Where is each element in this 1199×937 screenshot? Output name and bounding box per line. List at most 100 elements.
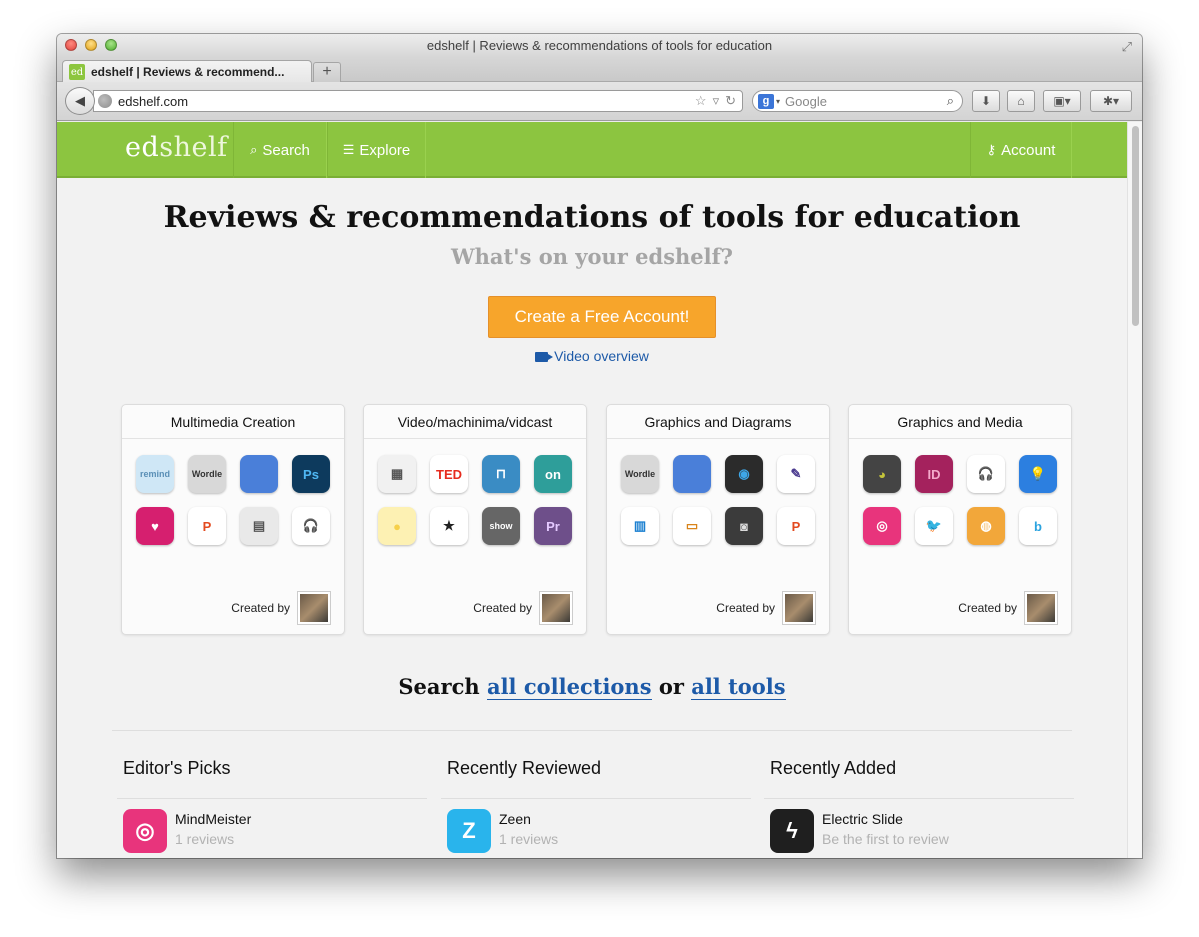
creator-avatar[interactable] bbox=[540, 592, 572, 624]
item-name[interactable]: Zeen bbox=[499, 811, 558, 827]
close-window-button[interactable] bbox=[65, 39, 77, 51]
video-camera-icon bbox=[535, 352, 554, 362]
tool-icon[interactable]: 🐦 bbox=[915, 507, 953, 545]
tool-icon[interactable]: ♥ bbox=[136, 507, 174, 545]
item-reviews: 1 reviews bbox=[175, 831, 235, 847]
tool-icon[interactable]: ◙ bbox=[725, 507, 763, 545]
nav-explore-label: Explore bbox=[359, 141, 411, 159]
tool-icon[interactable]: Pr bbox=[534, 507, 572, 545]
creator-avatar[interactable] bbox=[1025, 592, 1057, 624]
all-collections-link[interactable]: all collections bbox=[486, 674, 652, 700]
creator-avatar[interactable] bbox=[298, 592, 330, 624]
google-icon[interactable]: g bbox=[758, 93, 774, 109]
tool-icon[interactable]: ★ bbox=[430, 507, 468, 545]
item-name[interactable]: MindMeister bbox=[175, 811, 251, 827]
tool-icon[interactable]: Ps bbox=[292, 455, 330, 493]
tool-icon[interactable]: ◕ bbox=[863, 455, 901, 493]
tool-icon[interactable]: ▭ bbox=[673, 507, 711, 545]
search-input[interactable]: Google bbox=[785, 94, 947, 109]
tool-icon[interactable]: on bbox=[534, 455, 572, 493]
tool-icon[interactable]: ◎ bbox=[863, 507, 901, 545]
search-or: or bbox=[658, 674, 684, 699]
downloads-button[interactable]: ⬇ bbox=[972, 90, 1000, 112]
vertical-scrollbar[interactable] bbox=[1127, 122, 1142, 858]
collection-card[interactable]: Video/machinima/vidcast ▦ TED ⊓ on ● ★ show Pr Cr… bbox=[363, 404, 587, 635]
reload-icon[interactable]: ↻ bbox=[725, 93, 736, 109]
url-bar[interactable]: edshelf.com ☆ ▿ ↻ bbox=[93, 90, 743, 112]
search-bar[interactable]: g ▾ Google ⌕ bbox=[752, 90, 963, 112]
tool-icon[interactable]: remind bbox=[136, 455, 174, 493]
tool-icon-grid: remind Wordle Ps ♥ P ▤ 🎧 bbox=[136, 455, 330, 545]
tool-icon[interactable]: show bbox=[482, 507, 520, 545]
collection-title[interactable]: Video/machinima/vidcast bbox=[364, 405, 586, 439]
nav-account[interactable]: ⚷ Account bbox=[970, 122, 1072, 178]
engine-dropdown-icon[interactable]: ▾ bbox=[776, 97, 780, 106]
edshelf-logo[interactable]: edshelf bbox=[125, 132, 228, 163]
created-by: Created by bbox=[958, 592, 1057, 624]
collection-title[interactable]: Graphics and Media bbox=[849, 405, 1071, 439]
title-bar: edshelf | Reviews & recommendations of t… bbox=[57, 34, 1142, 58]
item-reviews: Be the first to review bbox=[822, 831, 949, 847]
key-icon: ⚷ bbox=[986, 142, 997, 157]
created-by: Created by bbox=[231, 592, 330, 624]
magnifier-icon[interactable]: ⌕ bbox=[947, 93, 962, 109]
tool-icon[interactable] bbox=[673, 455, 711, 493]
list-item[interactable]: Z Zeen 1 reviews bbox=[441, 799, 751, 853]
list-item[interactable]: ϟ Electric Slide Be the first to review bbox=[764, 799, 1074, 853]
collection-title[interactable]: Graphics and Diagrams bbox=[607, 405, 829, 439]
nav-search[interactable]: ⌕ Search bbox=[233, 122, 327, 178]
tool-icon[interactable]: Wordle bbox=[621, 455, 659, 493]
minimize-window-button[interactable] bbox=[85, 39, 97, 51]
url-text[interactable]: edshelf.com bbox=[118, 94, 695, 109]
bookmarks-button[interactable]: ▣▾ bbox=[1043, 90, 1081, 112]
tool-icon[interactable]: P bbox=[777, 507, 815, 545]
column-title: Editor's Picks bbox=[123, 758, 231, 778]
tool-icon[interactable]: 🎧 bbox=[292, 507, 330, 545]
tool-icon[interactable]: ✎ bbox=[777, 455, 815, 493]
collection-card[interactable]: Graphics and Diagrams Wordle ◉ ✎ ▥ ▭ ◙ P Created… bbox=[606, 404, 830, 635]
tool-icon[interactable]: ● bbox=[378, 507, 416, 545]
tool-icon[interactable]: ▤ bbox=[240, 507, 278, 545]
tab-edshelf[interactable]: ed edshelf | Reviews & recommend... bbox=[62, 60, 312, 83]
fullscreen-icon[interactable]: ⤢ bbox=[1122, 39, 1132, 55]
nav-explore[interactable]: ☰ Explore bbox=[327, 122, 426, 178]
tool-icon[interactable]: ▦ bbox=[378, 455, 416, 493]
new-tab-button[interactable]: + bbox=[313, 62, 341, 82]
creator-avatar[interactable] bbox=[783, 592, 815, 624]
created-by-label: Created by bbox=[958, 601, 1017, 615]
back-button[interactable]: ◀ bbox=[65, 87, 95, 115]
tab-strip: ed edshelf | Reviews & recommend... + bbox=[57, 58, 1142, 83]
collection-card[interactable]: Multimedia Creation remind Wordle Ps ♥ P ▤ 🎧 Cre… bbox=[121, 404, 345, 635]
history-dropdown-icon[interactable]: ▿ bbox=[713, 93, 720, 109]
tool-icon[interactable]: ⊓ bbox=[482, 455, 520, 493]
tool-icon[interactable]: ◍ bbox=[967, 507, 1005, 545]
item-name[interactable]: Electric Slide bbox=[822, 811, 949, 827]
tool-icon[interactable]: ID bbox=[915, 455, 953, 493]
collection-title[interactable]: Multimedia Creation bbox=[122, 405, 344, 439]
all-tools-link[interactable]: all tools bbox=[691, 674, 786, 700]
create-account-button[interactable]: Create a Free Account! bbox=[488, 296, 716, 338]
column-title: Recently Added bbox=[770, 758, 897, 778]
tool-icon[interactable]: 🎧 bbox=[967, 455, 1005, 493]
tool-icon[interactable]: P bbox=[188, 507, 226, 545]
bookmark-star-icon[interactable]: ☆ bbox=[695, 93, 707, 109]
extensions-button[interactable]: ✱▾ bbox=[1090, 90, 1132, 112]
list-item[interactable]: ◎ MindMeister 1 reviews bbox=[117, 799, 427, 853]
home-button[interactable]: ⌂ bbox=[1007, 90, 1035, 112]
video-overview-link[interactable]: Video overview bbox=[57, 348, 1127, 364]
tool-icon[interactable] bbox=[240, 455, 278, 493]
scrollbar-thumb[interactable] bbox=[1132, 126, 1139, 326]
tool-icon[interactable]: ◉ bbox=[725, 455, 763, 493]
tool-icon[interactable]: b bbox=[1019, 507, 1057, 545]
page-viewport: edshelf ⌕ Search ☰ Explore ⚷ Account Rev… bbox=[57, 122, 1127, 858]
logo-ed: ed bbox=[125, 132, 160, 163]
column-title: Recently Reviewed bbox=[447, 758, 602, 778]
tool-icon[interactable]: TED bbox=[430, 455, 468, 493]
collection-card[interactable]: Graphics and Media ◕ ID 🎧 💡 ◎ 🐦 ◍ b Created by bbox=[848, 404, 1072, 635]
window-controls bbox=[65, 39, 117, 51]
zoom-window-button[interactable] bbox=[105, 39, 117, 51]
tool-icon[interactable]: 💡 bbox=[1019, 455, 1057, 493]
tool-icon[interactable]: ▥ bbox=[621, 507, 659, 545]
tool-icon[interactable]: Wordle bbox=[188, 455, 226, 493]
mindmeister-icon: ◎ bbox=[123, 809, 167, 853]
